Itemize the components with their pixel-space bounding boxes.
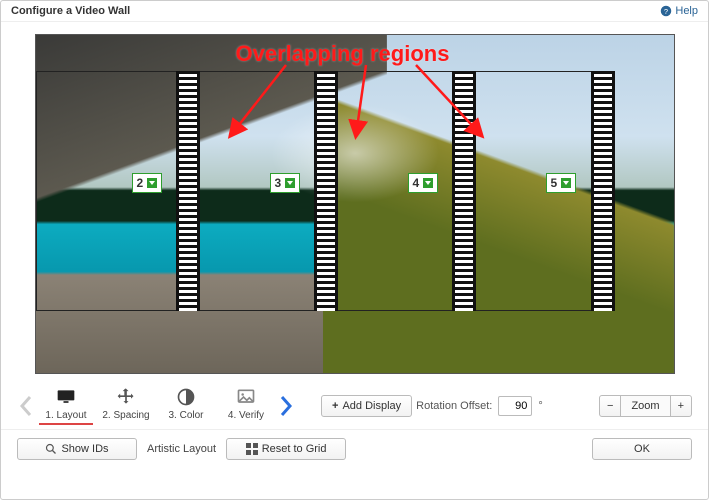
artistic-layout-label: Artistic Layout xyxy=(147,443,216,455)
display-id-badge[interactable]: 5 xyxy=(546,173,577,193)
display-id-badge[interactable]: 4 xyxy=(408,173,439,193)
prev-step-button[interactable] xyxy=(17,390,35,422)
overlap-region xyxy=(314,71,338,311)
monitor-icon xyxy=(56,387,76,407)
next-step-button[interactable] xyxy=(277,390,295,422)
chevron-down-icon xyxy=(147,178,157,188)
chevron-down-icon xyxy=(561,178,571,188)
chevron-right-icon xyxy=(279,395,293,417)
image-icon xyxy=(236,387,256,407)
svg-text:?: ? xyxy=(664,7,668,16)
step-label: 1. Layout xyxy=(45,410,86,421)
dialog-title: Configure a Video Wall xyxy=(11,5,130,17)
zoom-controls: − Zoom + xyxy=(599,395,692,417)
zoom-in-button[interactable]: + xyxy=(670,395,692,417)
reset-to-grid-button[interactable]: Reset to Grid xyxy=(226,438,346,460)
step-tabs: 1. Layout 2. Spacing 3. Color 4. Verify xyxy=(39,386,273,425)
zoom-label: Zoom xyxy=(621,395,669,417)
add-display-label: Add Display xyxy=(342,400,401,412)
step-color[interactable]: 3. Color xyxy=(159,386,213,425)
display-id-badge[interactable]: 2 xyxy=(132,173,163,193)
annotation-text: Overlapping regions xyxy=(236,41,450,67)
display-panel[interactable] xyxy=(314,71,474,311)
minus-icon: − xyxy=(607,400,613,412)
zoom-out-button[interactable]: − xyxy=(599,395,621,417)
overlap-region xyxy=(591,71,615,311)
rotation-offset-input[interactable] xyxy=(498,396,532,416)
plus-icon: + xyxy=(332,400,338,412)
help-link[interactable]: ? Help xyxy=(660,5,698,17)
step-label: 2. Spacing xyxy=(102,410,149,421)
chevron-left-icon xyxy=(19,395,33,417)
show-ids-button[interactable]: Show IDs xyxy=(17,438,137,460)
chevron-down-icon xyxy=(423,178,433,188)
display-panel[interactable] xyxy=(36,71,196,311)
video-wall-preview[interactable]: 2 3 4 5 Overlapping regions xyxy=(35,34,675,374)
display-panel[interactable] xyxy=(452,71,612,311)
overlap-region xyxy=(452,71,476,311)
reset-label: Reset to Grid xyxy=(262,443,327,455)
grid-icon xyxy=(246,443,258,455)
display-id: 5 xyxy=(551,176,558,190)
ok-label: OK xyxy=(634,443,650,455)
step-verify[interactable]: 4. Verify xyxy=(219,386,273,425)
rotation-unit: ° xyxy=(538,400,542,412)
help-icon: ? xyxy=(660,5,672,17)
plus-icon: + xyxy=(678,400,684,412)
chevron-down-icon xyxy=(285,178,295,188)
display-id: 2 xyxy=(137,176,144,190)
display-panel[interactable] xyxy=(176,71,336,311)
rotation-offset-label: Rotation Offset: xyxy=(416,400,492,412)
step-layout[interactable]: 1. Layout xyxy=(39,386,93,425)
overlap-region xyxy=(176,71,200,311)
ok-button[interactable]: OK xyxy=(592,438,692,460)
step-label: 3. Color xyxy=(168,410,203,421)
step-spacing[interactable]: 2. Spacing xyxy=(99,386,153,425)
move-icon xyxy=(116,387,136,407)
step-label: 4. Verify xyxy=(228,410,264,421)
contrast-icon xyxy=(176,387,196,407)
display-id: 4 xyxy=(413,176,420,190)
display-id: 3 xyxy=(275,176,282,190)
help-label: Help xyxy=(675,5,698,17)
search-icon xyxy=(45,443,57,455)
add-display-button[interactable]: + Add Display xyxy=(321,395,412,417)
display-id-badge[interactable]: 3 xyxy=(270,173,301,193)
show-ids-label: Show IDs xyxy=(61,443,108,455)
